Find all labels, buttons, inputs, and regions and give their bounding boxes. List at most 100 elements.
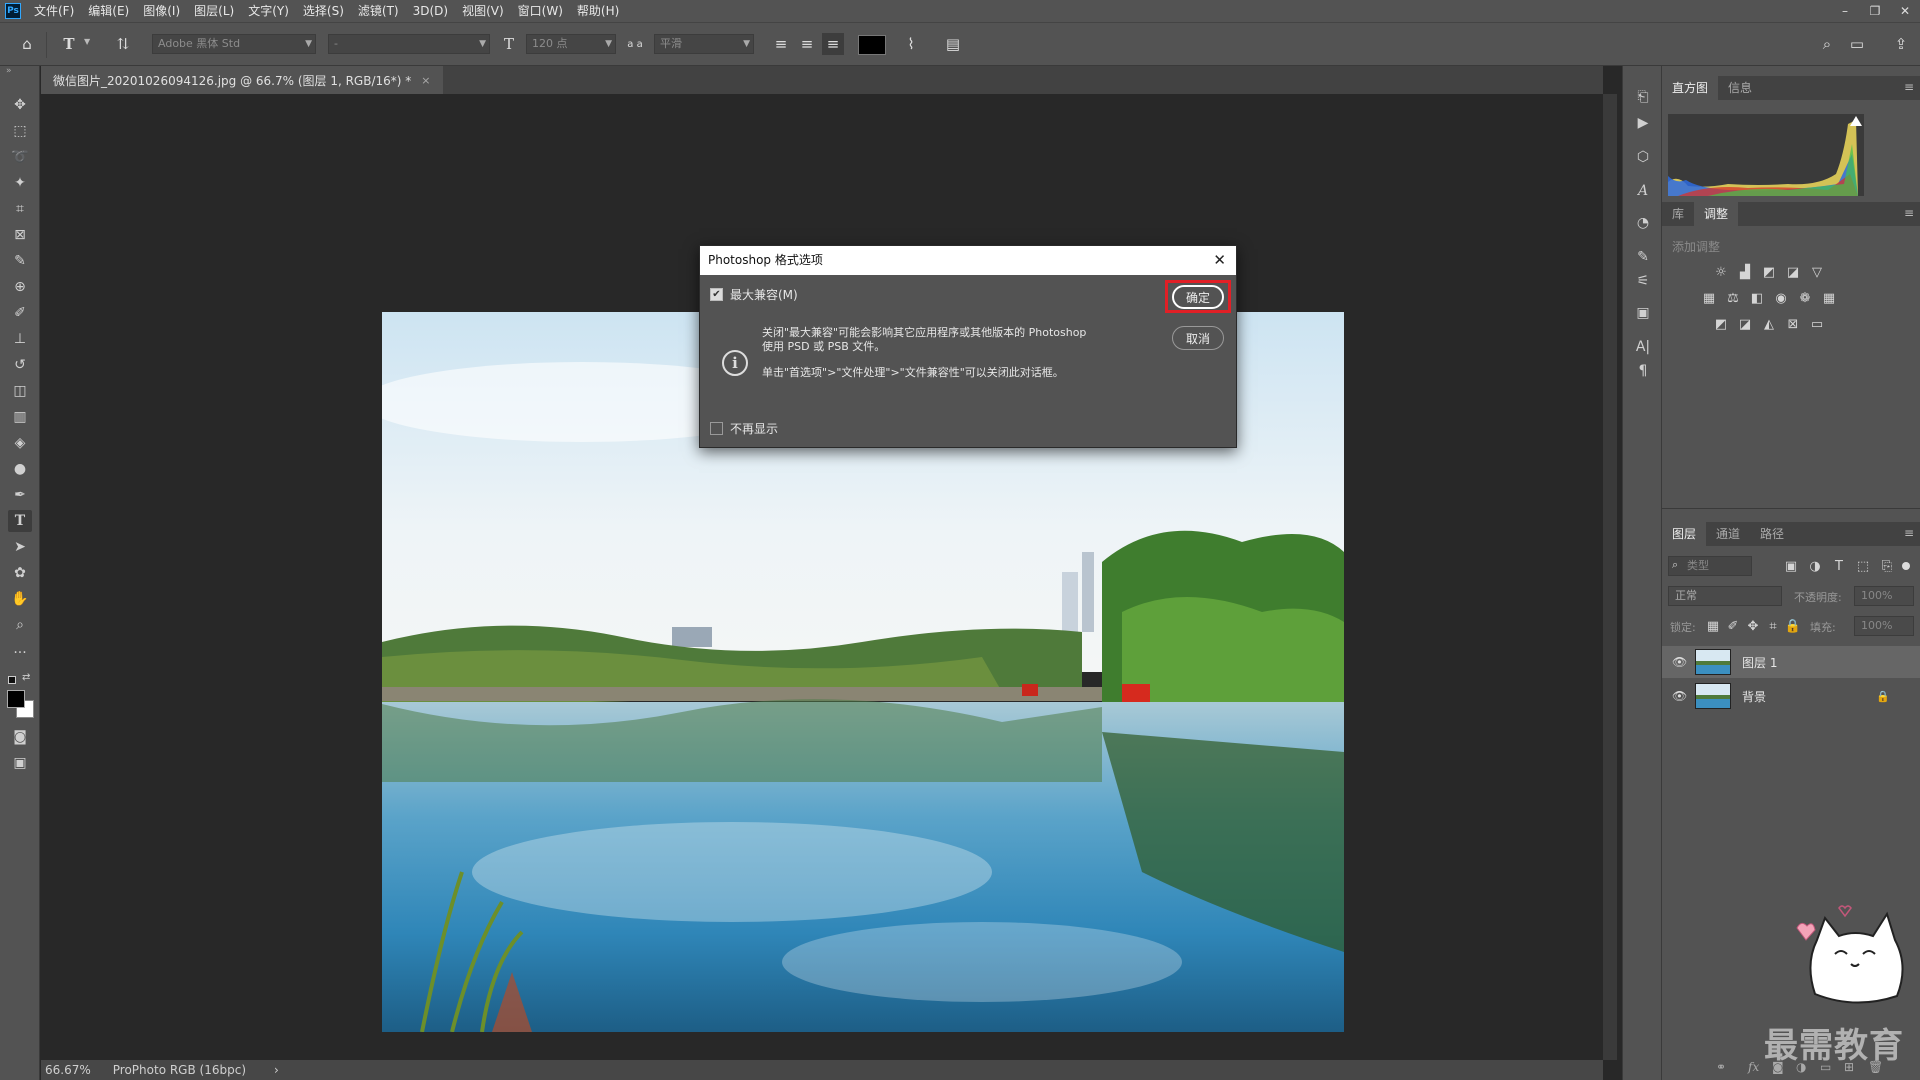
visibility-eye-icon[interactable]: 👁 xyxy=(1672,655,1687,669)
more-tools-icon[interactable]: ··· xyxy=(8,642,32,664)
brush-tool-icon[interactable]: ✐ xyxy=(8,302,32,324)
panel-menu-icon[interactable]: ≡ xyxy=(1904,206,1914,220)
text-color-swatch[interactable] xyxy=(858,35,886,55)
blend-mode-select[interactable]: 正常 xyxy=(1668,586,1782,606)
panel-menu-icon[interactable]: ≡ xyxy=(1904,80,1914,94)
menu-layer[interactable]: 图层(L) xyxy=(187,0,241,22)
layer-row[interactable]: 👁 背景 🔒 xyxy=(1662,680,1920,712)
invert-icon[interactable]: ◩ xyxy=(1712,316,1730,332)
3d-cube-icon[interactable]: ⬡ xyxy=(1632,146,1654,168)
panel-menu-icon[interactable]: ≡ xyxy=(1904,526,1914,540)
hand-tool-icon[interactable]: ✋ xyxy=(8,588,32,610)
zoom-tool-icon[interactable]: ⌕ xyxy=(8,614,32,636)
share-icon[interactable]: ⇪ xyxy=(1890,33,1912,55)
filter-type-icon[interactable]: T xyxy=(1830,558,1848,574)
dodge-tool-icon[interactable]: ● xyxy=(8,458,32,480)
font-size-select[interactable]: 120 点 ▼ xyxy=(526,34,616,54)
menu-type[interactable]: 文字(Y) xyxy=(241,0,296,22)
vertical-scrollbar[interactable] xyxy=(1603,94,1617,1060)
chevron-down-icon[interactable]: ▼ xyxy=(84,37,90,46)
paragraph-icon[interactable]: ¶ xyxy=(1632,360,1654,382)
lasso-tool-icon[interactable]: ➰ xyxy=(8,146,32,168)
menu-edit[interactable]: 编辑(E) xyxy=(81,0,136,22)
gradient-map-icon[interactable]: ▭ xyxy=(1808,316,1826,332)
type-tool-icon[interactable]: T xyxy=(8,510,32,532)
default-colors-icon[interactable] xyxy=(8,676,16,684)
warp-text-icon[interactable]: ⌇ xyxy=(900,33,922,55)
layer-row[interactable]: 👁 图层 1 xyxy=(1662,646,1920,678)
home-icon[interactable]: ⌂ xyxy=(16,33,38,55)
menu-3d[interactable]: 3D(D) xyxy=(406,0,455,22)
glyphs-icon[interactable]: A xyxy=(1632,180,1654,202)
close-tab-icon[interactable]: × xyxy=(421,74,430,87)
fill-input[interactable]: 100% xyxy=(1854,616,1914,636)
channel-mixer-icon[interactable]: ❁ xyxy=(1796,290,1814,306)
move-tool-icon[interactable]: ✥ xyxy=(8,94,32,116)
tab-paths[interactable]: 路径 xyxy=(1750,522,1794,546)
screen-mode-icon[interactable]: ▣ xyxy=(8,752,32,774)
tab-libraries[interactable]: 库 xyxy=(1662,202,1694,226)
fx-icon[interactable]: fx xyxy=(1748,1060,1759,1074)
history-icon[interactable]: ⎗ xyxy=(1632,86,1654,108)
link-layers-icon[interactable]: ⚭ xyxy=(1716,1060,1726,1074)
curves-icon[interactable]: ◩ xyxy=(1760,264,1778,280)
close-window-button[interactable]: ✕ xyxy=(1890,0,1920,22)
font-family-select[interactable]: Adobe 黑体 Std ▼ xyxy=(152,34,316,54)
tab-adjustments[interactable]: 调整 xyxy=(1694,202,1739,226)
gradient-tool-icon[interactable]: ▥ xyxy=(8,406,32,428)
menu-select[interactable]: 选择(S) xyxy=(296,0,351,22)
magic-wand-tool-icon[interactable]: ✦ xyxy=(8,172,32,194)
color-lookup-icon[interactable]: ▦ xyxy=(1820,290,1838,306)
status-menu-arrow[interactable]: › xyxy=(274,1063,279,1077)
pen-tool-icon[interactable]: ✒ xyxy=(8,484,32,506)
filter-toggle[interactable] xyxy=(1902,562,1910,570)
clone-stamp-tool-icon[interactable]: ⊥ xyxy=(8,328,32,350)
align-left-icon[interactable]: ≡ xyxy=(770,33,792,55)
eyedropper-tool-icon[interactable]: ✎ xyxy=(8,250,32,272)
dont-show-again-checkbox[interactable] xyxy=(710,422,723,435)
properties-icon[interactable]: ⚟ xyxy=(1632,270,1654,292)
visibility-eye-icon[interactable]: 👁 xyxy=(1672,689,1687,703)
blur-tool-icon[interactable]: ◈ xyxy=(8,432,32,454)
crop-tool-icon[interactable]: ⌗ xyxy=(8,198,32,220)
posterize-icon[interactable]: ◪ xyxy=(1736,316,1754,332)
menu-window[interactable]: 窗口(W) xyxy=(511,0,570,22)
character-icon[interactable]: A| xyxy=(1632,336,1654,358)
frame-tool-icon[interactable]: ⊠ xyxy=(8,224,32,246)
lock-position-icon[interactable]: ✥ xyxy=(1744,618,1762,634)
menu-file[interactable]: 文件(F) xyxy=(27,0,81,22)
restore-button[interactable]: ❐ xyxy=(1860,0,1890,22)
minimize-button[interactable]: – xyxy=(1830,0,1860,22)
maximize-compatibility-checkbox[interactable]: ✔ xyxy=(710,288,723,301)
lock-image-icon[interactable]: ✐ xyxy=(1724,618,1742,634)
hue-saturation-icon[interactable]: ▦ xyxy=(1700,290,1718,306)
path-selection-tool-icon[interactable]: ➤ xyxy=(8,536,32,558)
healing-brush-tool-icon[interactable]: ⊕ xyxy=(8,276,32,298)
document-tab[interactable]: 微信图片_20201026094126.jpg @ 66.7% (图层 1, R… xyxy=(41,66,443,94)
foreground-color-swatch[interactable] xyxy=(7,690,25,708)
collapse-icon[interactable]: » xyxy=(6,66,12,76)
color-balance-icon[interactable]: ⚖ xyxy=(1724,290,1742,306)
cancel-button[interactable]: 取消 xyxy=(1172,326,1224,350)
filter-shape-icon[interactable]: ⬚ xyxy=(1854,558,1872,574)
lock-artboard-icon[interactable]: ⌗ xyxy=(1764,618,1782,634)
tab-channels[interactable]: 通道 xyxy=(1706,522,1750,546)
eraser-tool-icon[interactable]: ◫ xyxy=(8,380,32,402)
opacity-input[interactable]: 100% xyxy=(1854,586,1914,606)
filter-adjustment-icon[interactable]: ◑ xyxy=(1806,558,1824,574)
brightness-icon[interactable]: ☼ xyxy=(1712,264,1730,280)
menu-image[interactable]: 图像(I) xyxy=(136,0,187,22)
font-style-select[interactable]: - ▼ xyxy=(328,34,490,54)
tab-layers[interactable]: 图层 xyxy=(1662,522,1707,546)
close-icon[interactable]: ✕ xyxy=(1213,246,1226,275)
menu-help[interactable]: 帮助(H) xyxy=(570,0,626,22)
actions-play-icon[interactable]: ▶ xyxy=(1632,112,1654,134)
tab-histogram[interactable]: 直方图 xyxy=(1662,76,1719,100)
layer-filter-select[interactable]: 类型 xyxy=(1668,556,1752,576)
type-tool-preset-icon[interactable]: T xyxy=(58,33,80,55)
tab-info[interactable]: 信息 xyxy=(1718,76,1762,100)
canvas-area[interactable]: Photoshop 格式选项 ✕ ✔ 最大兼容(M) i 关闭"最大兼容"可能会… xyxy=(41,94,1603,1062)
lock-all-icon[interactable]: 🔒 xyxy=(1784,618,1802,634)
swatches-icon[interactable]: ◔ xyxy=(1632,212,1654,234)
lock-transparent-icon[interactable]: ▦ xyxy=(1704,618,1722,634)
